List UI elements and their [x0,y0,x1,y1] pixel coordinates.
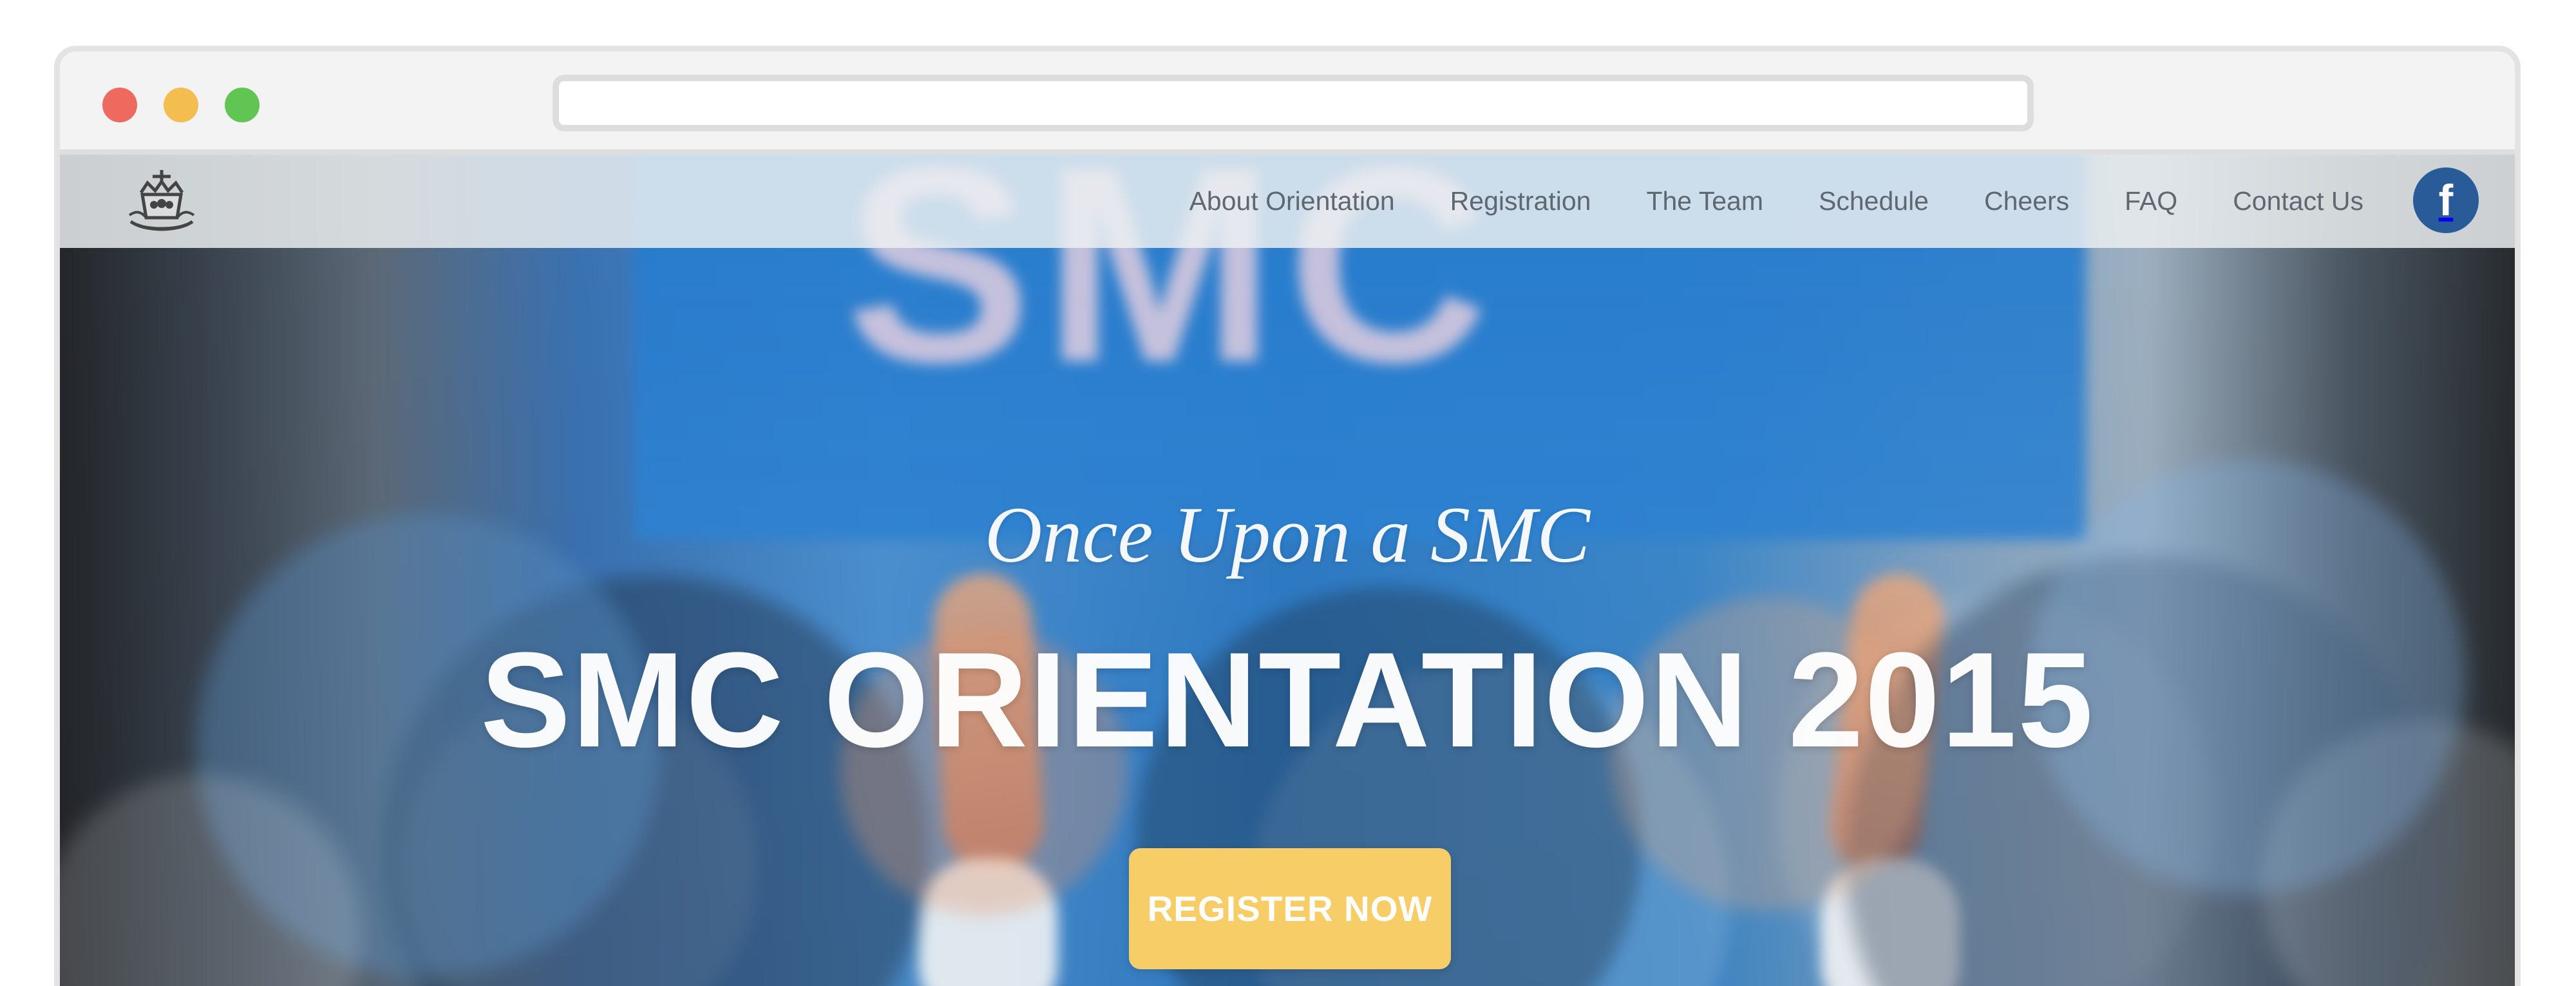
nav-links: About Orientation Registration The Team … [1189,155,2363,248]
browser-titlebar [60,52,2515,155]
nav-link-registration[interactable]: Registration [1450,186,1591,216]
nav-link-contact-us[interactable]: Contact Us [2233,186,2363,216]
register-now-button[interactable]: REGISTER NOW [1129,848,1451,969]
nav-link-schedule[interactable]: Schedule [1819,186,1929,216]
nav-link-faq[interactable]: FAQ [2125,186,2177,216]
browser-window: SMC About Orientation Registration The T… [54,46,2521,986]
crest-logo-icon[interactable] [119,165,204,239]
facebook-icon-letter: f [2438,176,2454,225]
hero-title: SMC ORIENTATION 2015 [480,624,2094,775]
facebook-icon[interactable]: f [2413,167,2479,233]
nav-link-the-team[interactable]: The Team [1646,186,1763,216]
nav-link-cheers[interactable]: Cheers [1984,186,2069,216]
address-bar[interactable] [553,75,2034,131]
nav-link-about-orientation[interactable]: About Orientation [1189,186,1395,216]
top-navigation: About Orientation Registration The Team … [60,155,2515,248]
maximize-window-icon[interactable] [225,88,260,122]
sleeve-right [1821,858,1960,986]
sleeve-left [918,858,1058,986]
minimize-window-icon[interactable] [164,88,198,122]
webpage-viewport: SMC About Orientation Registration The T… [60,155,2515,986]
close-window-icon[interactable] [102,88,137,122]
hero-subtitle: Once Upon a SMC [984,491,1591,579]
